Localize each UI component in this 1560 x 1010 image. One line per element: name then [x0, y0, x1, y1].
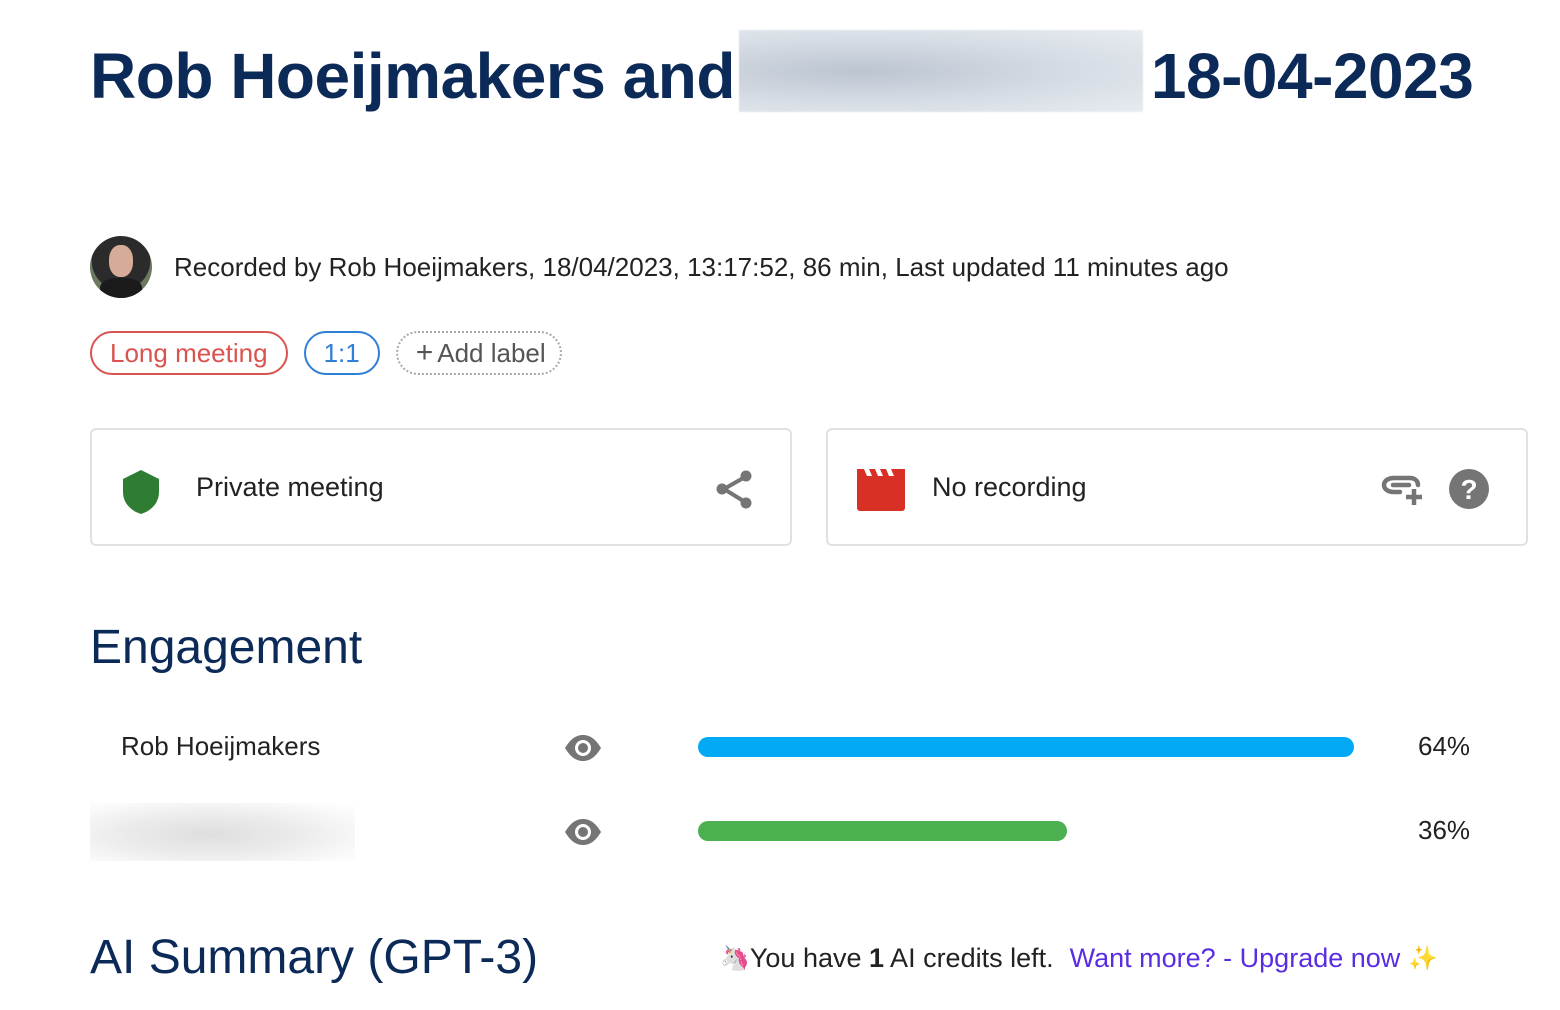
engagement-bar-track — [698, 737, 1354, 757]
recording-status: No recording — [932, 471, 1087, 502]
unicorn-icon: 🦄 — [720, 945, 750, 972]
privacy-status: Private meeting — [196, 471, 384, 502]
add-link-icon[interactable] — [1380, 474, 1424, 511]
title-text-start: Rob Hoeijmakers and — [90, 40, 735, 112]
avatar — [90, 236, 152, 298]
recording-meta: Recorded by Rob Hoeijmakers, 18/04/2023,… — [90, 235, 1229, 299]
redacted-participant-name — [90, 803, 355, 861]
participant-name: Rob Hoeijmakers — [121, 731, 321, 761]
label-text: Long meeting — [110, 337, 268, 368]
engagement-row: 36% — [90, 803, 1490, 861]
clapperboard-icon — [856, 469, 906, 516]
engagement-percent: 64% — [1418, 731, 1471, 761]
engagement-row: Rob Hoeijmakers 64% — [90, 719, 1490, 775]
engagement-bar — [698, 737, 1354, 757]
ai-credits-notice: 🦄 You have 1 AI credits left. Want more?… — [720, 943, 1438, 974]
privacy-card: Private meeting — [90, 428, 792, 546]
engagement-bar-track — [698, 821, 1354, 841]
upgrade-link[interactable]: Want more? - Upgrade now — [1070, 943, 1401, 974]
credits-suffix: AI credits left. — [884, 943, 1054, 973]
shield-icon — [120, 468, 162, 521]
ai-summary-heading: AI Summary (GPT-3) — [90, 931, 539, 984]
credits-prefix: You have — [749, 943, 870, 973]
redacted-participant-name — [738, 30, 1143, 112]
add-label-text: Add label — [437, 337, 546, 368]
recorded-info: Recorded by Rob Hoeijmakers, 18/04/2023,… — [174, 251, 1229, 282]
credits-count: 1 — [869, 943, 885, 973]
plus-icon: + — [415, 336, 434, 369]
share-icon[interactable] — [712, 468, 756, 517]
recording-card: No recording ? — [826, 428, 1528, 546]
engagement-heading: Engagement — [90, 621, 363, 674]
label-list: Long meeting 1:1 + Add label — [90, 331, 562, 375]
help-icon[interactable]: ? — [1448, 468, 1490, 515]
eye-icon[interactable] — [564, 729, 602, 772]
label-one-on-one[interactable]: 1:1 — [303, 331, 380, 375]
engagement-percent: 36% — [1418, 815, 1471, 845]
add-label-button[interactable]: + Add label — [395, 331, 562, 375]
eye-icon[interactable] — [564, 813, 602, 856]
label-text: 1:1 — [323, 337, 360, 368]
title-date: 18-04-2023 — [1150, 40, 1474, 112]
label-long-meeting[interactable]: Long meeting — [90, 331, 288, 375]
svg-text:?: ? — [1460, 474, 1477, 505]
engagement-bar — [698, 821, 1067, 841]
sparkles-icon: ✨ — [1408, 945, 1439, 972]
page-title: Rob Hoeijmakers and 18-04-2023 — [90, 30, 1490, 112]
